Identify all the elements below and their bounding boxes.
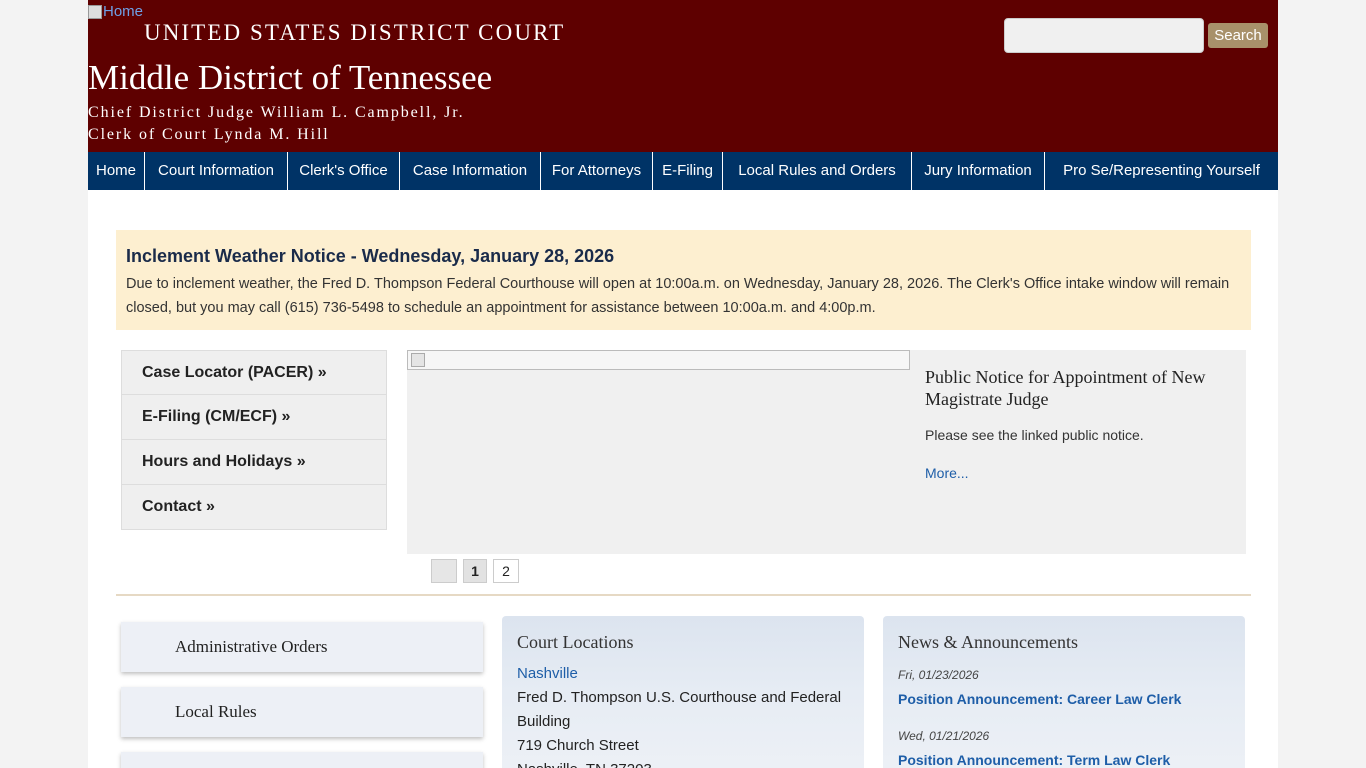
slider-pager: 1 2 <box>431 559 525 583</box>
home-logo-link[interactable]: Home <box>88 3 143 20</box>
news-panel: News & Announcements Fri, 01/23/2026 Pos… <box>883 616 1245 768</box>
news-slider: Public Notice for Appointment of New Mag… <box>407 350 1246 554</box>
district-title: Middle District of Tennessee <box>88 58 493 97</box>
site-header: Home UNITED STATES DISTRICT COURT Middle… <box>88 0 1278 152</box>
nav-e-filing[interactable]: E-Filing <box>653 152 723 190</box>
nav-case-information[interactable]: Case Information <box>400 152 541 190</box>
tile-local-rules[interactable]: Local Rules <box>121 687 483 737</box>
chevron-left-icon[interactable] <box>431 559 457 583</box>
pager-page-2[interactable]: 2 <box>493 559 519 583</box>
location-nashville-link[interactable]: Nashville <box>517 665 578 682</box>
slide-title: Public Notice for Appointment of New Mag… <box>925 367 1206 409</box>
location-address: Fred D. Thompson U.S. Courthouse and Fed… <box>517 686 857 768</box>
nav-jury-information[interactable]: Jury Information <box>912 152 1045 190</box>
broken-image-icon <box>88 4 102 19</box>
court-locations-panel: Court Locations Nashville Fred D. Thomps… <box>502 616 864 768</box>
search-input[interactable] <box>1004 18 1204 53</box>
clerk-of-court: Clerk of Court Lynda M. Hill <box>88 126 330 143</box>
slide-more-link[interactable]: More... <box>925 465 969 481</box>
address-line: 719 Church Street <box>517 737 639 754</box>
address-line: Building <box>517 713 571 730</box>
tile-administrative-orders[interactable]: Administrative Orders <box>121 622 483 672</box>
court-title: UNITED STATES DISTRICT COURT <box>144 20 566 45</box>
quick-link-hours[interactable]: Hours and Holidays » <box>121 440 387 485</box>
news-title: News & Announcements <box>898 632 1078 652</box>
news-date: Fri, 01/23/2026 <box>898 668 979 682</box>
nav-for-attorneys[interactable]: For Attorneys <box>541 152 653 190</box>
nav-clerks-office[interactable]: Clerk's Office <box>288 152 400 190</box>
nav-court-information[interactable]: Court Information <box>145 152 288 190</box>
court-locations-title: Court Locations <box>517 632 634 652</box>
nav-home[interactable]: Home <box>88 152 145 190</box>
chief-judge: Chief District Judge William L. Campbell… <box>88 104 465 121</box>
quick-link-ecf[interactable]: E-Filing (CM/ECF) » <box>121 395 387 440</box>
nav-local-rules[interactable]: Local Rules and Orders <box>723 152 912 190</box>
nav-pro-se[interactable]: Pro Se/Representing Yourself <box>1045 152 1278 190</box>
quick-link-pacer[interactable]: Case Locator (PACER) » <box>121 350 387 395</box>
news-link-term-law-clerk[interactable]: Position Announcement: Term Law Clerk <box>898 752 1170 768</box>
quick-link-contact[interactable]: Contact » <box>121 485 387 530</box>
notice-title: Inclement Weather Notice - Wednesday, Ja… <box>126 246 615 266</box>
weather-notice: Inclement Weather Notice - Wednesday, Ja… <box>116 230 1251 330</box>
tile-more[interactable] <box>121 752 483 768</box>
slide-image[interactable] <box>407 350 910 370</box>
page-wrapper: Home UNITED STATES DISTRICT COURT Middle… <box>88 0 1278 768</box>
home-logo-alt: Home <box>103 3 144 20</box>
pager-page-1[interactable]: 1 <box>463 559 487 583</box>
slide-text: Please see the linked public notice. <box>925 427 1144 443</box>
quick-links: Case Locator (PACER) » E-Filing (CM/ECF)… <box>121 350 387 530</box>
address-line: Nashville, TN 37203 <box>517 758 857 768</box>
notice-body: Due to inclement weather, the Fred D. Th… <box>126 276 1230 316</box>
broken-image-icon <box>411 353 425 367</box>
main-nav: Home Court Information Clerk's Office Ca… <box>88 152 1278 190</box>
address-line: Fred D. Thompson U.S. Courthouse and Fed… <box>517 689 842 706</box>
search-button[interactable]: Search <box>1208 23 1268 48</box>
section-divider <box>116 594 1251 596</box>
news-date: Wed, 01/21/2026 <box>898 729 990 743</box>
news-link-career-law-clerk[interactable]: Position Announcement: Career Law Clerk <box>898 691 1181 707</box>
